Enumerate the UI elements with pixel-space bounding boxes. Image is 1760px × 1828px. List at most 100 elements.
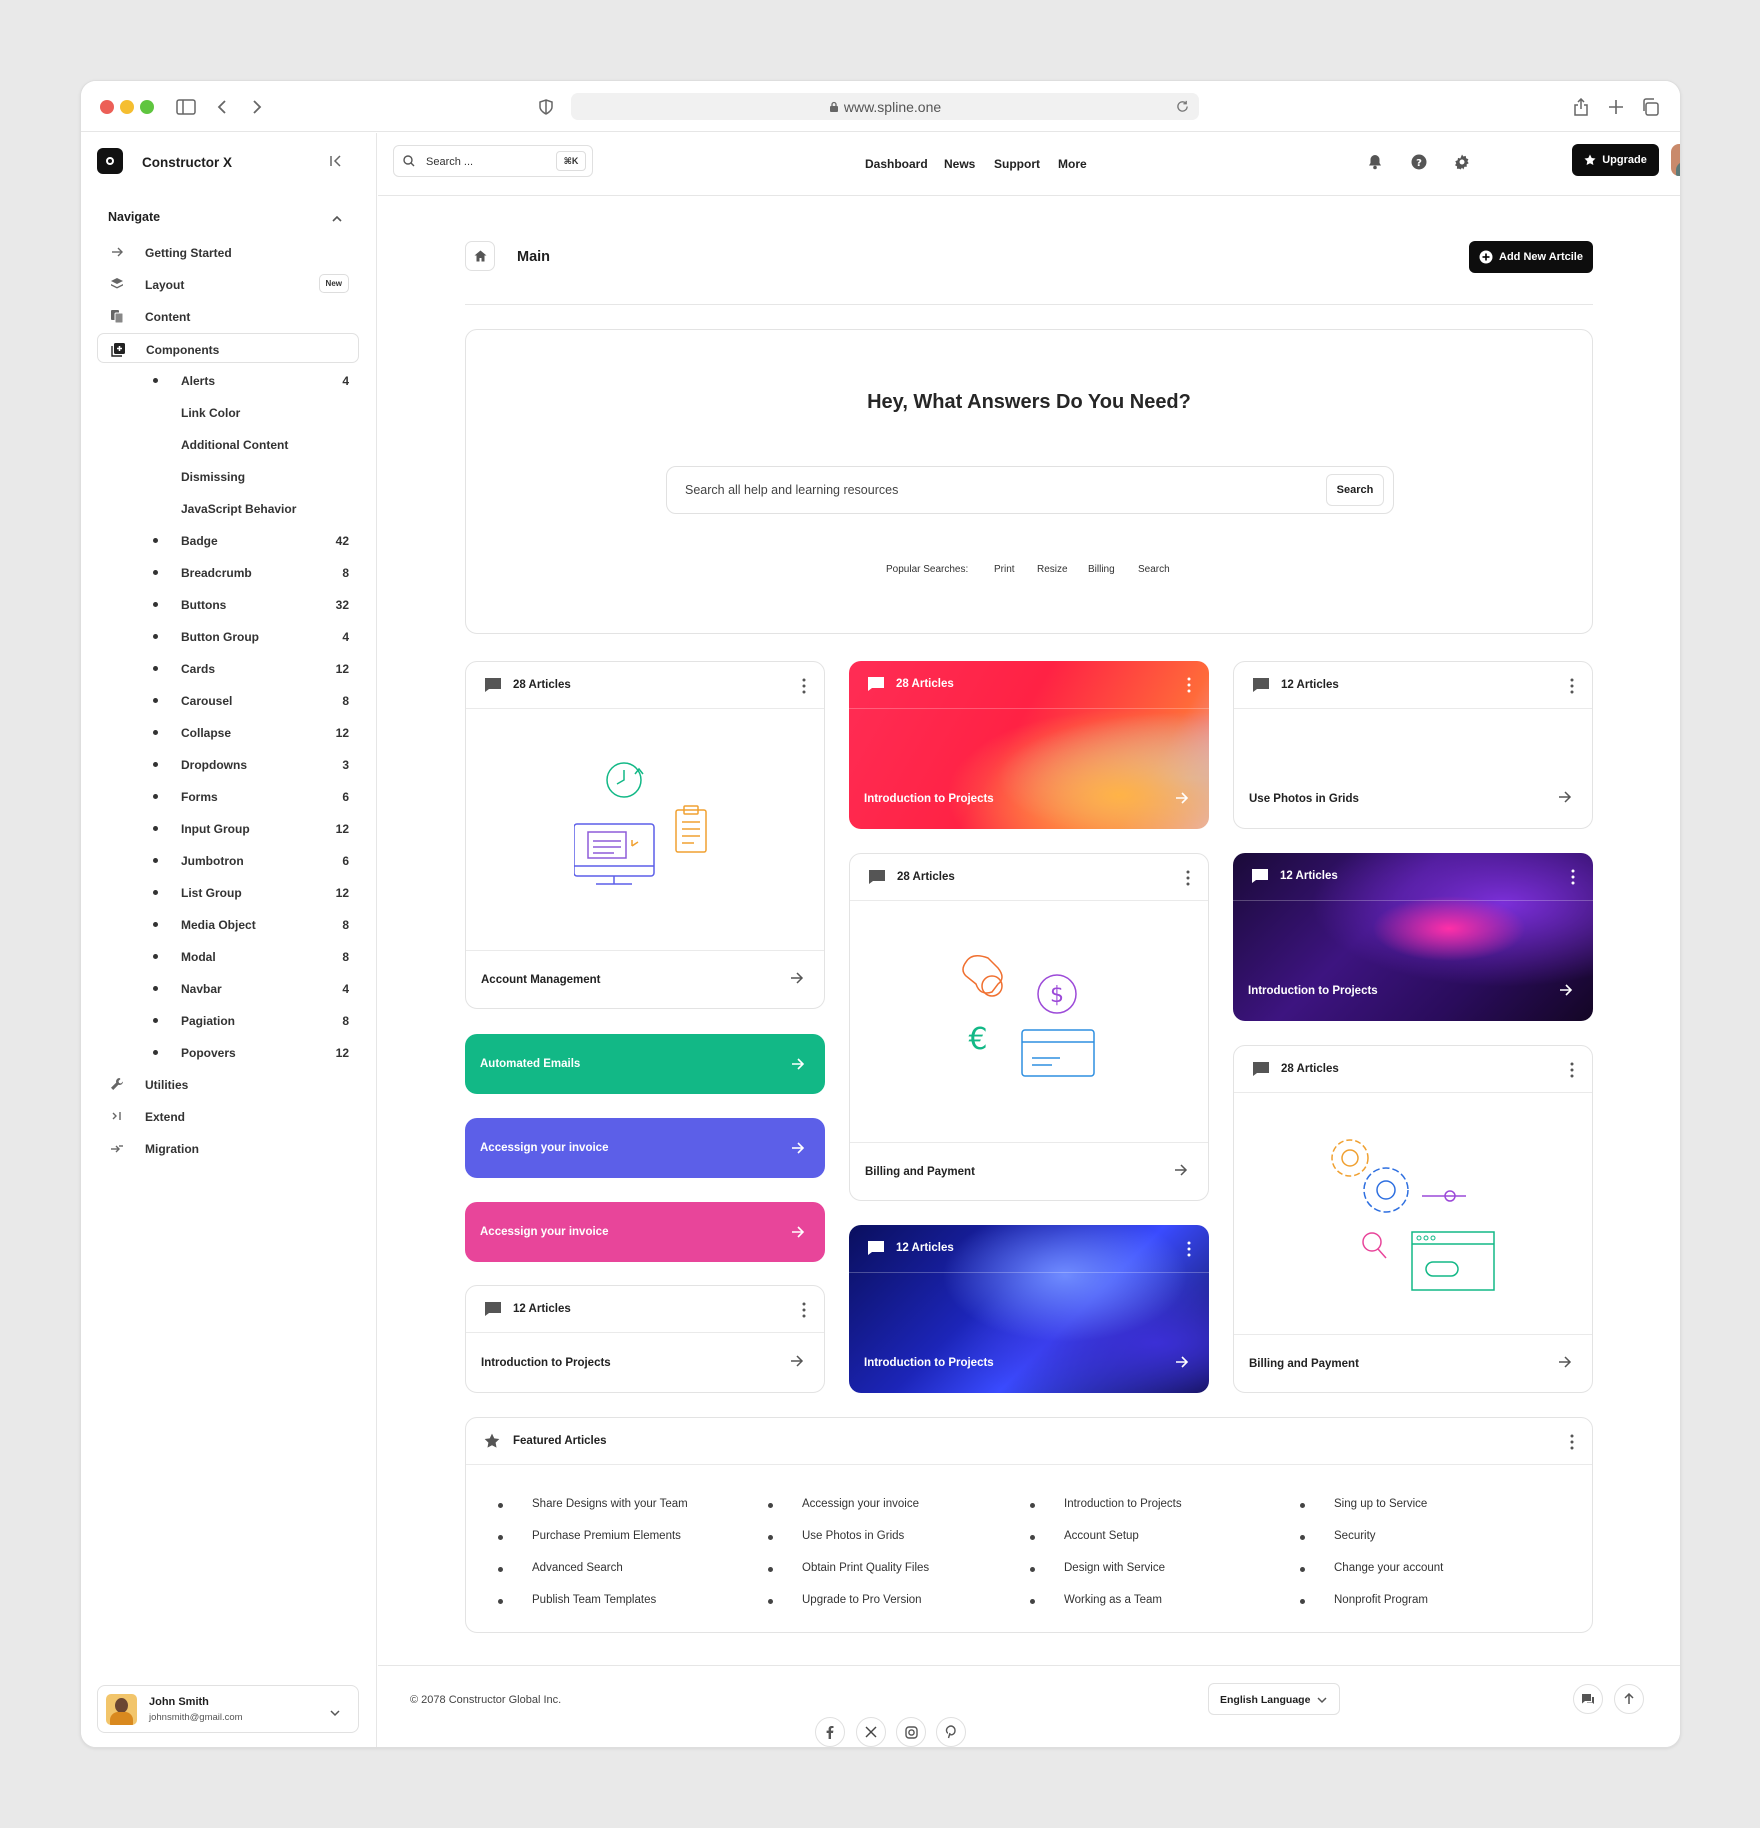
sidebar-subitem[interactable]: Carousel 8 [97, 685, 359, 715]
more-vertical-icon[interactable] [1186, 870, 1190, 886]
article-card-intro-projects-blue[interactable]: 12 Articles Introduction to Projects [849, 1225, 1209, 1393]
pinterest-icon[interactable] [936, 1717, 966, 1747]
featured-article-link[interactable]: Introduction to Projects [1030, 1498, 1182, 1510]
more-vertical-icon[interactable] [1570, 1062, 1574, 1078]
maximize-window-button[interactable] [140, 100, 154, 114]
upgrade-button[interactable]: Upgrade [1572, 144, 1659, 176]
sidebar-subitem[interactable]: Popovers 12 [97, 1037, 359, 1067]
nav-support[interactable]: Support [994, 157, 1040, 171]
new-tab-icon[interactable] [1603, 94, 1629, 120]
hero-search-input[interactable]: Search all help and learning resources S… [666, 466, 1394, 514]
featured-article-link[interactable]: Accessign your invoice [768, 1498, 919, 1510]
featured-article-link[interactable]: Working as a Team [1030, 1594, 1162, 1606]
article-card-intro-projects-small[interactable]: 12 Articles Introduction to Projects [465, 1285, 825, 1393]
article-card-billing-payment-2[interactable]: 28 Articles Billing and Payment [1233, 1045, 1593, 1393]
featured-article-link[interactable]: Sing up to Service [1300, 1498, 1427, 1510]
sidebar-subitem[interactable]: Breadcrumb 8 [97, 557, 359, 587]
featured-article-link[interactable]: Change your account [1300, 1562, 1443, 1574]
more-vertical-icon[interactable] [802, 1302, 806, 1318]
arrow-right-icon[interactable] [1559, 983, 1573, 997]
sidebar-subitem[interactable]: Dropdowns 3 [97, 749, 359, 779]
minimize-window-button[interactable] [120, 100, 134, 114]
gear-icon[interactable] [1454, 154, 1470, 175]
popular-search-billing[interactable]: Billing [1088, 564, 1115, 575]
home-icon[interactable] [465, 241, 495, 271]
sidebar-item-utilities[interactable]: Utilities [97, 1069, 359, 1099]
reload-icon[interactable] [1176, 100, 1189, 113]
article-card-use-photos[interactable]: 12 Articles Use Photos in Grids [1233, 661, 1593, 829]
nav-more[interactable]: More [1058, 157, 1087, 171]
sidebar-subitem[interactable]: Badge 42 [97, 525, 359, 555]
sidebar-item-migration[interactable]: Migration [97, 1133, 359, 1163]
sidebar-subitem[interactable]: Alerts 4 [97, 365, 359, 395]
sidebar-subitem[interactable]: Link Color [97, 397, 359, 427]
featured-article-link[interactable]: Share Designs with your Team [498, 1498, 688, 1510]
bell-icon[interactable] [1368, 154, 1382, 175]
facebook-icon[interactable] [815, 1717, 845, 1747]
featured-article-link[interactable]: Nonprofit Program [1300, 1594, 1428, 1606]
sidebar-subitem[interactable]: Button Group 4 [97, 621, 359, 651]
arrow-right-icon[interactable] [1175, 791, 1189, 805]
article-card-intro-projects-purple[interactable]: 12 Articles Introduction to Projects [1233, 853, 1593, 1021]
sidebar-subitem[interactable]: Media Object 8 [97, 909, 359, 939]
tabs-overview-icon[interactable] [1637, 94, 1663, 120]
back-icon[interactable] [209, 94, 235, 120]
scroll-top-icon[interactable] [1614, 1684, 1644, 1714]
language-select[interactable]: English Language [1208, 1683, 1340, 1715]
search-input[interactable]: Search ... ⌘K [393, 145, 593, 177]
hero-search-button[interactable]: Search [1326, 474, 1384, 506]
sidebar-subitem[interactable]: Modal 8 [97, 941, 359, 971]
sidebar-subitem[interactable]: JavaScript Behavior [97, 493, 359, 523]
sidebar-item-getting-started[interactable]: Getting Started [97, 237, 359, 267]
more-vertical-icon[interactable] [1571, 869, 1575, 885]
chat-icon[interactable] [1573, 1684, 1603, 1714]
chevron-down-icon[interactable] [330, 1704, 340, 1722]
more-vertical-icon[interactable] [1570, 678, 1574, 694]
sidebar-subitem[interactable]: Additional Content [97, 429, 359, 459]
sidebar-subitem[interactable]: Buttons 32 [97, 589, 359, 619]
popular-search-print[interactable]: Print [994, 564, 1015, 575]
popular-search-resize[interactable]: Resize [1037, 564, 1068, 575]
featured-article-link[interactable]: Upgrade to Pro Version [768, 1594, 922, 1606]
more-vertical-icon[interactable] [1187, 677, 1191, 693]
add-article-button[interactable]: Add New Artcile [1469, 241, 1593, 273]
article-card-account-management[interactable]: 28 Articles Account Management [465, 661, 825, 1009]
popular-search-search[interactable]: Search [1138, 564, 1170, 575]
x-icon[interactable] [856, 1717, 886, 1747]
sidebar-toggle-icon[interactable] [173, 94, 199, 120]
sidebar-subitem[interactable]: Navbar 4 [97, 973, 359, 1003]
arrow-right-icon[interactable] [790, 971, 804, 985]
sidebar-item-extend[interactable]: Extend [97, 1101, 359, 1131]
sidebar-subitem[interactable]: List Group 12 [97, 877, 359, 907]
featured-article-link[interactable]: Purchase Premium Elements [498, 1530, 681, 1542]
more-vertical-icon[interactable] [1570, 1434, 1574, 1450]
user-card[interactable]: John Smith johnsmith@gmail.com [97, 1685, 359, 1733]
nav-news[interactable]: News [944, 157, 975, 171]
sidebar-subitem[interactable]: Collapse 12 [97, 717, 359, 747]
featured-article-link[interactable]: Account Setup [1030, 1530, 1139, 1542]
arrow-right-icon[interactable] [1558, 790, 1572, 804]
arrow-right-icon[interactable] [1558, 1355, 1572, 1369]
instagram-icon[interactable] [896, 1717, 926, 1747]
article-card-invoice-indigo[interactable]: Accessign your invoice [465, 1118, 825, 1178]
user-avatar[interactable] [1671, 144, 1680, 176]
arrow-right-icon[interactable] [790, 1354, 804, 1368]
featured-article-link[interactable]: Obtain Print Quality Files [768, 1562, 929, 1574]
sidebar-item-content[interactable]: Content [97, 301, 359, 331]
sidebar-item-layout[interactable]: Layout New [97, 269, 359, 299]
featured-article-link[interactable]: Use Photos in Grids [768, 1530, 904, 1542]
featured-article-link[interactable]: Advanced Search [498, 1562, 623, 1574]
sidebar-subitem[interactable]: Forms 6 [97, 781, 359, 811]
arrow-right-icon[interactable] [791, 1057, 805, 1071]
article-card-invoice-pink[interactable]: Accessign your invoice [465, 1202, 825, 1262]
sidebar-subitem[interactable]: Input Group 12 [97, 813, 359, 843]
share-icon[interactable] [1568, 94, 1594, 120]
sidebar-subitem[interactable]: Pagiation 8 [97, 1005, 359, 1035]
url-bar[interactable]: www.spline.one [571, 93, 1199, 120]
help-icon[interactable]: ? [1411, 154, 1427, 175]
sidebar-subitem[interactable]: Dismissing [97, 461, 359, 491]
arrow-right-icon[interactable] [791, 1225, 805, 1239]
forward-icon[interactable] [244, 94, 270, 120]
arrow-right-icon[interactable] [1175, 1355, 1189, 1369]
sidebar-subitem[interactable]: Cards 12 [97, 653, 359, 683]
